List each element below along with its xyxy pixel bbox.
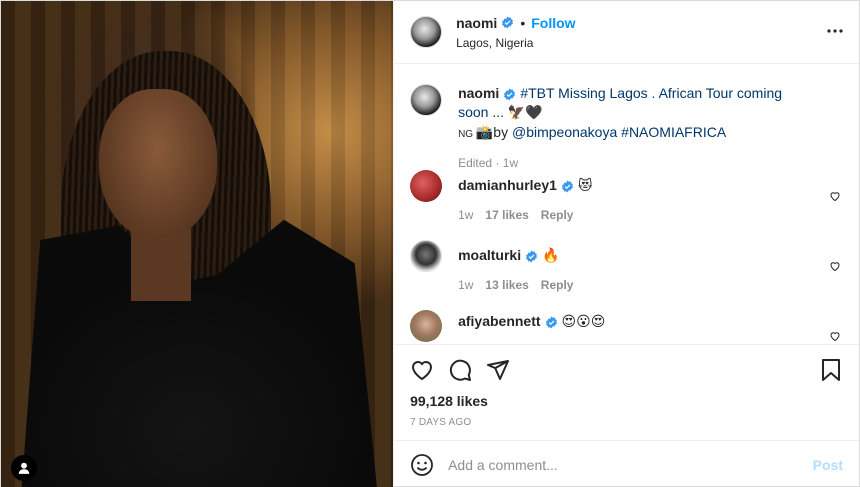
like-count[interactable]: 99,128 likes — [410, 393, 843, 409]
author-avatar[interactable] — [410, 16, 443, 48]
caption-hashtag[interactable]: #NAOMIAFRICA — [621, 124, 726, 140]
follow-button[interactable]: Follow — [531, 15, 575, 31]
commenter-avatar[interactable] — [410, 310, 443, 342]
reply-button[interactable]: Reply — [541, 208, 574, 222]
author-username[interactable]: naomi — [456, 15, 497, 31]
verified-badge-icon — [545, 316, 557, 329]
caption-author-avatar[interactable] — [410, 84, 443, 116]
post-caption: naomi #TBT Missing Lagos . African Tour c… — [410, 80, 843, 170]
caption-by: by — [493, 124, 512, 140]
emoji-smile-icon[interactable] — [410, 453, 434, 477]
post-header: naomi • Follow Lagos, Nigeria — [394, 1, 859, 64]
comment-like-icon[interactable] — [829, 190, 841, 202]
caption-edited: Edited · 1w — [458, 156, 519, 170]
verified-badge-icon — [502, 16, 514, 29]
comment-text: 😍😮😍 — [561, 314, 606, 330]
camera-emoji: 📸 — [475, 125, 494, 141]
post-photo[interactable] — [1, 1, 394, 487]
comment-input[interactable] — [448, 456, 813, 473]
comment-time[interactable]: 1w — [458, 208, 473, 222]
comment-text: 😻 — [577, 178, 593, 194]
like-heart-icon[interactable] — [410, 358, 434, 382]
reply-button[interactable]: Reply — [541, 278, 574, 292]
post-side-panel: naomi • Follow Lagos, Nigeria naomi #TBT … — [393, 1, 859, 487]
post-comment-button[interactable]: Post — [813, 457, 843, 473]
comment-time[interactable]: 1w — [458, 278, 473, 292]
comment-likes[interactable]: 13 likes — [485, 278, 528, 292]
header-dot: • — [520, 14, 526, 31]
comment-item: damianhurley1 😻 1w 17 likes Reply — [410, 170, 843, 240]
comment-like-icon[interactable] — [829, 260, 841, 272]
share-paper-plane-icon[interactable] — [486, 358, 510, 382]
verified-badge-icon — [504, 88, 516, 101]
verified-badge-icon — [526, 250, 538, 263]
more-options-icon[interactable] — [823, 21, 847, 41]
comment-item: moalturki 🔥 1w 13 likes Reply — [410, 240, 843, 310]
caption-mention[interactable]: @bimpeonakoya — [512, 124, 617, 140]
post-actions: 99,128 likes 7 DAYS AGO — [394, 344, 859, 440]
post-location[interactable]: Lagos, Nigeria — [456, 36, 575, 50]
post-time[interactable]: 7 DAYS AGO — [410, 417, 843, 428]
comments-list[interactable]: naomi #TBT Missing Lagos . African Tour c… — [394, 64, 859, 344]
caption-emojis: 🦅🖤 — [507, 105, 543, 121]
caption-ng: NG — [458, 129, 476, 140]
commenter-username[interactable]: moalturki — [458, 247, 521, 263]
comment-likes[interactable]: 17 likes — [485, 208, 528, 222]
verified-badge-icon — [561, 180, 573, 193]
comment-text: 🔥 — [542, 248, 560, 264]
comment-item: afiyabennett 😍😮😍 — [410, 310, 843, 344]
tagged-user-icon[interactable] — [11, 455, 37, 481]
add-comment-bar: Post — [394, 440, 859, 487]
commenter-username[interactable]: damianhurley1 — [458, 177, 557, 193]
instagram-post: naomi • Follow Lagos, Nigeria naomi #TBT … — [0, 0, 860, 487]
caption-username[interactable]: naomi — [458, 85, 499, 101]
comment-like-icon[interactable] — [829, 330, 841, 342]
commenter-username[interactable]: afiyabennett — [458, 313, 540, 329]
comment-bubble-icon[interactable] — [448, 358, 472, 382]
commenter-avatar[interactable] — [410, 240, 443, 272]
bookmark-icon[interactable] — [819, 358, 843, 382]
commenter-avatar[interactable] — [410, 170, 443, 202]
